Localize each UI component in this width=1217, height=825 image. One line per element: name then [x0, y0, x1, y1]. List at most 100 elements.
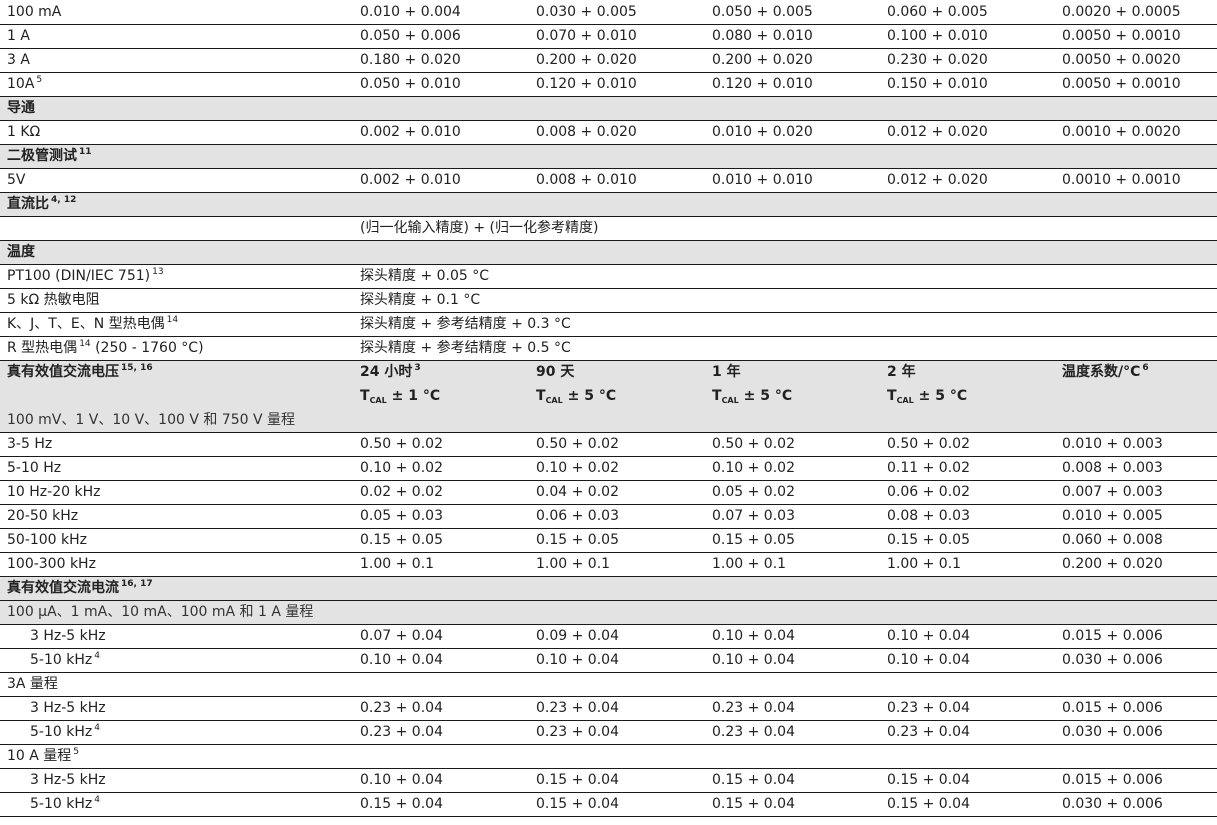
row-label: 5-10 Hz: [0, 456, 353, 481]
table-cell: 0.050 + 0.005: [705, 0, 880, 25]
row-label-text: 温度: [7, 244, 35, 260]
table-cell: 0.010 + 0.005: [1055, 504, 1217, 529]
row-label: 20-50 kHz: [0, 504, 353, 529]
tcal-header-row: TCAL ± 1 °C TCAL ± 5 °C TCAL ± 5 °C TCAL…: [0, 384, 1217, 408]
span-row: (归一化输入精度) + (归一化参考精度): [0, 216, 1217, 241]
span-row: K、J、T、E、N 型热电偶 14 探头精度 + 参考结精度 + 0.3 °C: [0, 312, 1217, 337]
row-label: 3 Hz-5 kHz: [0, 768, 353, 793]
row-label-text: 导通: [7, 100, 35, 116]
row-label: 二极管测试 11: [0, 144, 1217, 169]
row-label: PT100 (DIN/IEC 751) 13: [0, 264, 353, 289]
row-label-text: 50-100 kHz: [7, 532, 88, 548]
tcal-24h: TCAL ± 1 °C: [353, 384, 529, 408]
table-cell: 0.012 + 0.020: [880, 168, 1055, 193]
table-row: 3 Hz-5 kHz 0.07 + 0.04 0.09 + 0.04 0.10 + 0…: [0, 624, 1217, 649]
table-cell: 0.060 + 0.008: [1055, 528, 1217, 553]
table-cell: 0.15 + 0.04: [880, 768, 1055, 793]
table-row: 5-10 kHz 4 0.15 + 0.04 0.15 + 0.04 0.15 + 0.…: [0, 792, 1217, 817]
table-cell: 0.120 + 0.010: [529, 72, 705, 97]
tcal-90d: TCAL ± 5 °C: [529, 384, 705, 408]
row-label-text: 3-5 Hz: [7, 436, 53, 452]
table-cell: 0.15 + 0.04: [880, 792, 1055, 817]
table-row: 10A 5 0.050 + 0.010 0.120 + 0.010 0.120 + 0.…: [0, 72, 1217, 97]
row-label: 5V: [0, 168, 353, 193]
tcal-1y: TCAL ± 5 °C: [705, 384, 880, 408]
footnote-ref: 4: [94, 723, 100, 733]
table-row: 50-100 kHz 0.15 + 0.05 0.15 + 0.05 0.15 + 0…: [0, 528, 1217, 553]
table-cell: 0.0010 + 0.0010: [1055, 168, 1217, 193]
spec-formula: 探头精度 + 参考结精度 + 0.3 °C: [353, 312, 1217, 337]
table-cell: 0.15 + 0.05: [880, 528, 1055, 553]
row-label: 3 Hz-5 kHz: [0, 696, 353, 721]
footnote-ref: 14: [79, 339, 91, 349]
table-cell: 0.05 + 0.02: [705, 480, 880, 505]
table-cell: 0.030 + 0.006: [1055, 792, 1217, 817]
footnote-ref: 5: [36, 75, 43, 85]
ac-voltage-header-row: 真有效值交流电压 15, 16 24 小时 3 90 天 1 年 2 年 温度系数/…: [0, 360, 1217, 384]
table-cell: 0.200 + 0.020: [1055, 552, 1217, 577]
row-label-text: 5-10 Hz: [7, 460, 62, 476]
table-cell: 0.070 + 0.010: [529, 24, 705, 49]
col-header-90d: 90 天: [529, 360, 705, 384]
row-label-text: K、J、T、E、N 型热电偶: [7, 316, 165, 332]
row-label: K、J、T、E、N 型热电偶 14: [0, 312, 353, 337]
table-cell: 0.007 + 0.003: [1055, 480, 1217, 505]
row-label: 50-100 kHz: [0, 528, 353, 553]
row-label-text: PT100 (DIN/IEC 751): [7, 268, 151, 284]
col-header-24h: 24 小时 3: [353, 360, 529, 384]
table-cell: 0.060 + 0.005: [880, 0, 1055, 25]
row-label: R 型热电偶 14 (250 - 1760 °C): [0, 336, 353, 361]
tcal-2y: TCAL ± 5 °C: [880, 384, 1055, 408]
table-cell: 0.08 + 0.03: [880, 504, 1055, 529]
table-cell: 0.008 + 0.020: [529, 120, 705, 145]
table-cell: 0.015 + 0.006: [1055, 696, 1217, 721]
table-row: 3 Hz-5 kHz 0.23 + 0.04 0.23 + 0.04 0.23 + 0…: [0, 696, 1217, 721]
section-row: 真有效值交流电流 16, 17: [0, 576, 1217, 601]
row-label-text: 3A 量程: [7, 676, 58, 692]
range-label-row: 3A 量程: [0, 672, 1217, 697]
table-cell: 0.010 + 0.020: [705, 120, 880, 145]
range-label-row: 10 A 量程 5: [0, 744, 1217, 769]
table-cell: 0.100 + 0.010: [880, 24, 1055, 49]
subsection-row: 100 µA、1 mA、10 mA、100 mA 和 1 A 量程: [0, 600, 1217, 625]
table-cell: 0.50 + 0.02: [880, 432, 1055, 457]
section-row: 温度: [0, 240, 1217, 265]
row-label-text: R 型热电偶: [7, 340, 78, 356]
table-cell: 0.10 + 0.02: [705, 456, 880, 481]
table-cell: 0.23 + 0.04: [353, 720, 529, 745]
table-cell: 1.00 + 0.1: [353, 552, 529, 577]
table-cell: 0.15 + 0.05: [353, 528, 529, 553]
table-cell: 0.23 + 0.04: [880, 696, 1055, 721]
section-row: 导通: [0, 96, 1217, 121]
table-cell: 0.15 + 0.04: [705, 768, 880, 793]
span-row: 5 kΩ 热敏电阻 探头精度 + 0.1 °C: [0, 288, 1217, 313]
row-label-text: 5V: [7, 172, 26, 188]
table-row: 3 Hz-5 kHz 0.10 + 0.04 0.15 + 0.04 0.15 + 0…: [0, 768, 1217, 793]
footnote-ref: 4: [94, 651, 100, 661]
table-row: 100 mA 0.010 + 0.004 0.030 + 0.005 0.050 + …: [0, 0, 1217, 25]
table-row: 5-10 kHz 4 0.10 + 0.04 0.10 + 0.04 0.10 + 0.…: [0, 648, 1217, 673]
row-label-text: 3 Hz-5 kHz: [30, 628, 106, 644]
row-label: 100-300 kHz: [0, 552, 353, 577]
row-label-text: 3 Hz-5 kHz: [30, 772, 106, 788]
footnote-ref: 4: [94, 795, 100, 805]
table-cell: 0.15 + 0.04: [353, 792, 529, 817]
table-cell: 0.002 + 0.010: [353, 168, 529, 193]
row-label-suffix: (250 - 1760 °C): [90, 340, 204, 356]
spec-formula: 探头精度 + 参考结精度 + 0.5 °C: [353, 336, 1217, 361]
row-label: 真有效值交流电流 16, 17: [0, 576, 1217, 601]
table-cell: 0.010 + 0.010: [705, 168, 880, 193]
table-cell: 0.10 + 0.02: [353, 456, 529, 481]
spec-formula: 探头精度 + 0.1 °C: [353, 288, 1217, 313]
table-row: 1 KΩ 0.002 + 0.010 0.008 + 0.020 0.010 + 0.…: [0, 120, 1217, 145]
table-cell: 0.02 + 0.02: [353, 480, 529, 505]
row-label-text: 10A: [7, 76, 35, 92]
table-cell: 0.09 + 0.04: [529, 624, 705, 649]
table-cell: 0.012 + 0.020: [880, 120, 1055, 145]
row-label: 5-10 kHz 4: [0, 792, 353, 817]
table-cell: 0.04 + 0.02: [529, 480, 705, 505]
section-row: 直流比 4, 12: [0, 192, 1217, 217]
spec-table-body-top: 100 mA 0.010 + 0.004 0.030 + 0.005 0.050 + …: [0, 0, 1217, 361]
table-cell: 1.00 + 0.1: [529, 552, 705, 577]
table-cell: 0.15 + 0.04: [705, 792, 880, 817]
